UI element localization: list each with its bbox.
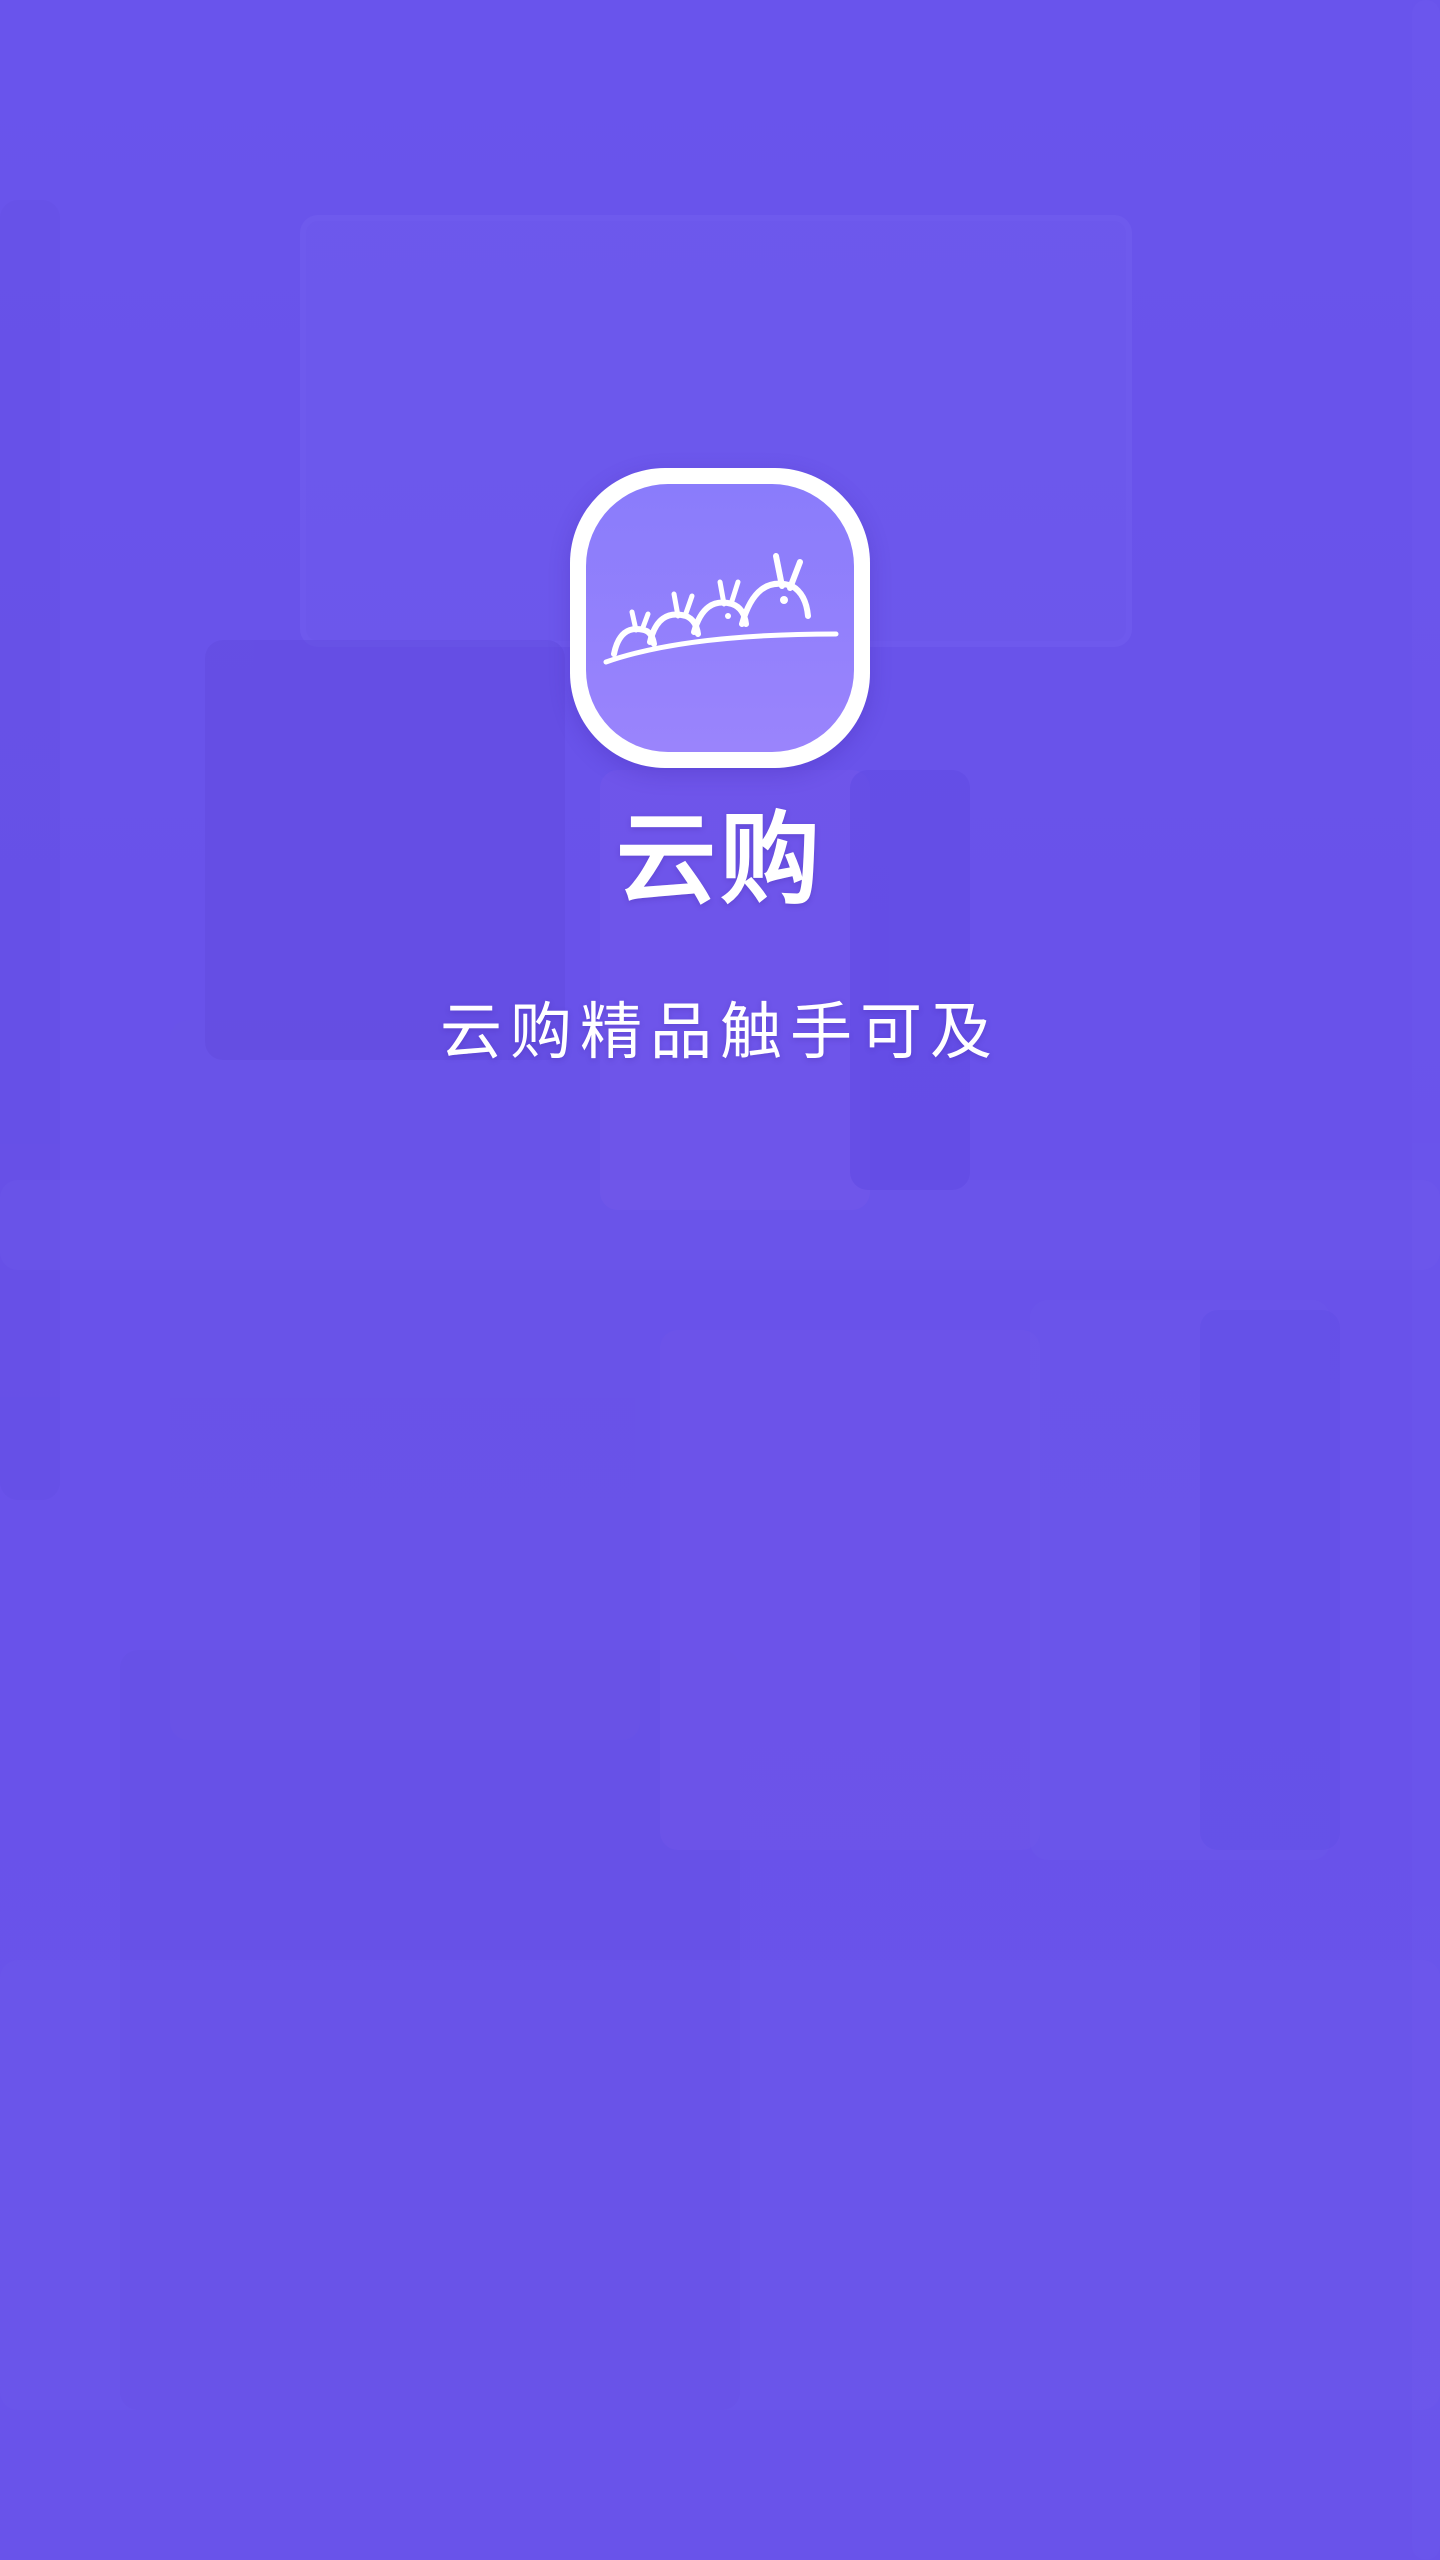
color-overlay [0, 0, 1440, 2560]
tagline: 云购精品触手可及 [439, 995, 1000, 1068]
rabbits-on-hill-icon [603, 553, 839, 665]
app-name: 云购 [616, 801, 824, 918]
app-icon-face [586, 484, 854, 752]
splash-screen: 云购 云购精品触手可及 [0, 0, 1440, 2560]
cloud-shopping-logo-icon [570, 468, 870, 768]
